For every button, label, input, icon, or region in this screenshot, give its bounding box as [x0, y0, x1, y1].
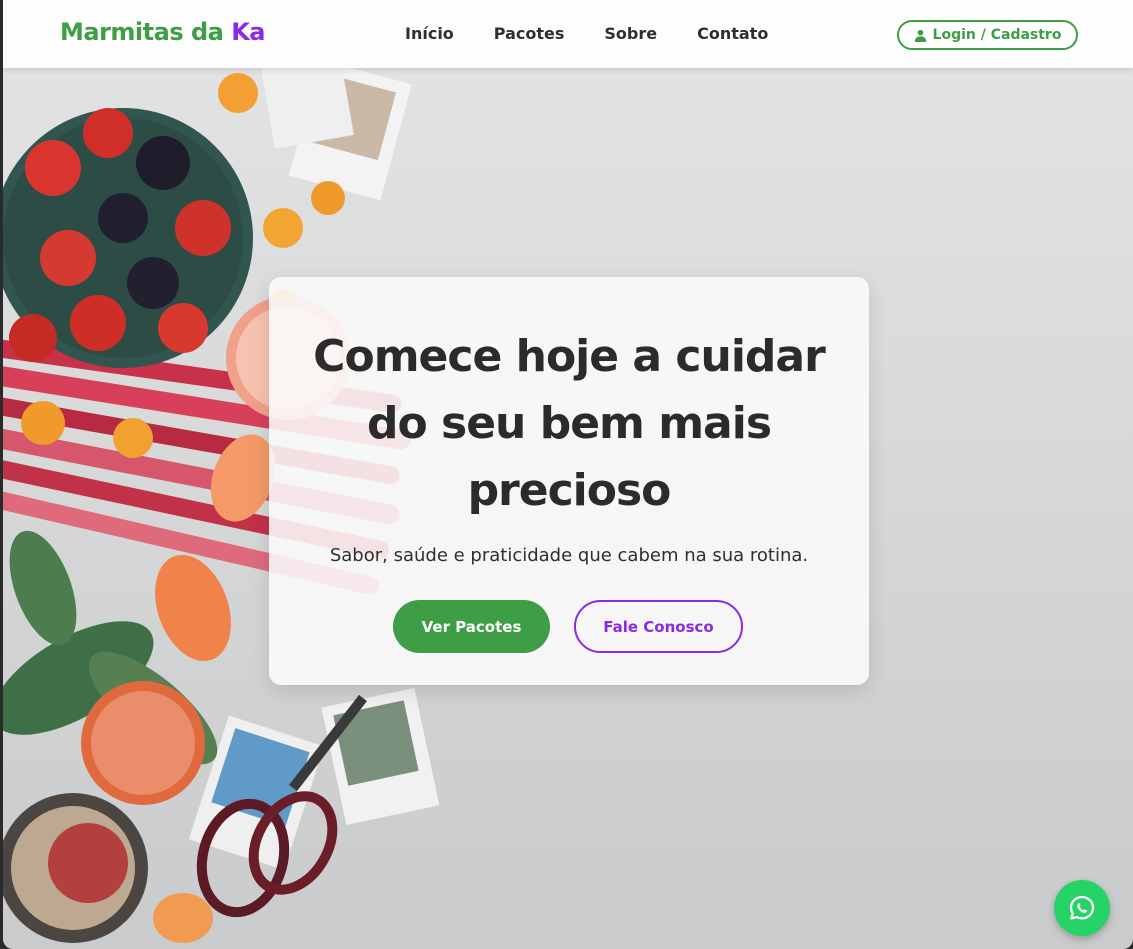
user-icon: [914, 29, 926, 42]
hero-title: Comece hoje a cuidar do seu bem mais pre…: [313, 331, 826, 516]
whatsapp-icon: [1069, 895, 1095, 920]
hero-subtitle: Sabor, saúde e praticidade que cabem na …: [329, 545, 809, 566]
page: Marmitas da Ka Início Pacotes Sobre Cont…: [3, 0, 1133, 949]
nav-link-pacotes[interactable]: Pacotes: [494, 24, 565, 43]
top-navbar: Marmitas da Ka Início Pacotes Sobre Cont…: [3, 0, 1133, 68]
hero-actions: Ver Pacotes Fale Conosco: [269, 600, 869, 653]
login-register-button[interactable]: Login / Cadastro: [897, 20, 1078, 50]
brand-logo[interactable]: Marmitas da Ka: [60, 18, 265, 46]
view-packages-button[interactable]: Ver Pacotes: [393, 600, 550, 653]
brand-name-accent: Ka: [231, 18, 265, 46]
whatsapp-button[interactable]: [1054, 880, 1110, 936]
login-register-label: Login / Cadastro: [932, 27, 1062, 43]
nav-links: Início Pacotes Sobre Contato: [405, 24, 808, 43]
nav-link-contato[interactable]: Contato: [697, 24, 768, 43]
brand-name-part1: Marmitas da: [60, 18, 232, 46]
hero-card: Comece hoje a cuidar do seu bem mais pre…: [269, 277, 869, 685]
nav-link-sobre[interactable]: Sobre: [604, 24, 657, 43]
nav-link-inicio[interactable]: Início: [405, 24, 454, 43]
contact-us-button[interactable]: Fale Conosco: [574, 600, 743, 653]
